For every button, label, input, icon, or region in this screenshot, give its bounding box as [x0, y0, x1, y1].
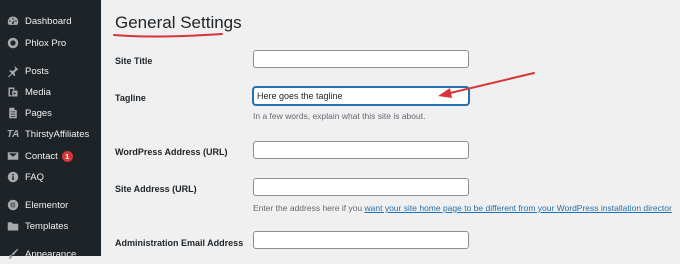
- sidebar-item-faq[interactable]: FAQ: [0, 167, 101, 187]
- info-icon: [6, 170, 20, 184]
- sidebar-item-label: Pages: [25, 107, 52, 119]
- gear-icon: [6, 36, 20, 50]
- admin-email-input[interactable]: [253, 231, 469, 249]
- sidebar-item-media[interactable]: Media: [0, 82, 101, 102]
- site-address-description: Enter the address here if you want your …: [253, 203, 672, 213]
- sidebar-item-contact[interactable]: Contact 1: [0, 146, 101, 166]
- site-address-label: Site Address (URL): [115, 184, 197, 194]
- site-address-help-link[interactable]: want your site home page to be different…: [365, 203, 672, 213]
- wp-address-label: WordPress Address (URL): [115, 147, 228, 157]
- folder-icon: [6, 219, 20, 233]
- sidebar-item-label: Contact: [25, 150, 58, 162]
- elementor-icon: [6, 198, 20, 212]
- site-title-input[interactable]: [253, 50, 469, 68]
- sidebar-item-label: ThirstyAffiliates: [25, 128, 90, 140]
- sidebar-item-label: Media: [25, 86, 51, 98]
- sidebar-item-label: Elementor: [25, 199, 69, 211]
- site-title-label: Site Title: [115, 56, 153, 66]
- sidebar-item-label: Templates: [25, 220, 69, 232]
- settings-main: General Settings Site Title Tagline In a…: [101, 0, 680, 256]
- tagline-description: In a few words, explain what this site i…: [253, 111, 426, 121]
- media-icon: [6, 85, 20, 99]
- sidebar-item-pages[interactable]: Pages: [0, 103, 101, 123]
- page-title: General Settings: [115, 13, 242, 32]
- wp-address-input[interactable]: [253, 141, 469, 159]
- ta-icon: TA: [6, 128, 20, 140]
- sidebar-item-posts[interactable]: Posts: [0, 61, 101, 81]
- sidebar-item-label: FAQ: [25, 171, 45, 183]
- admin-sidebar: Dashboard Phlox Pro Posts Media Pages TA…: [0, 0, 101, 260]
- sidebar-item-dashboard[interactable]: Dashboard: [0, 11, 101, 31]
- pages-icon: [6, 106, 20, 120]
- notification-badge: 1: [61, 150, 73, 162]
- sidebar-item-label: Phlox Pro: [25, 37, 67, 49]
- admin-email-label: Administration Email Address: [115, 238, 244, 248]
- tagline-input[interactable]: [253, 87, 469, 105]
- sidebar-item-thirstyaffiliates[interactable]: TA ThirstyAffiliates: [0, 124, 101, 144]
- brush-icon: [6, 247, 20, 261]
- site-address-input[interactable]: [253, 178, 469, 196]
- dashboard-icon: [6, 14, 20, 28]
- sidebar-item-label: Dashboard: [25, 15, 72, 27]
- mail-icon: [6, 149, 20, 163]
- sidebar-item-elementor[interactable]: Elementor: [0, 195, 101, 215]
- tagline-label: Tagline: [115, 93, 146, 103]
- sidebar-item-appearance[interactable]: Appearance: [0, 244, 101, 264]
- pin-icon: [6, 64, 20, 78]
- site-address-description-text: Enter the address here if you: [253, 203, 365, 213]
- sidebar-item-phlox-pro[interactable]: Phlox Pro: [0, 33, 101, 53]
- sidebar-item-templates[interactable]: Templates: [0, 216, 101, 236]
- sidebar-item-label: Appearance: [25, 248, 77, 260]
- sidebar-item-label: Posts: [25, 65, 49, 77]
